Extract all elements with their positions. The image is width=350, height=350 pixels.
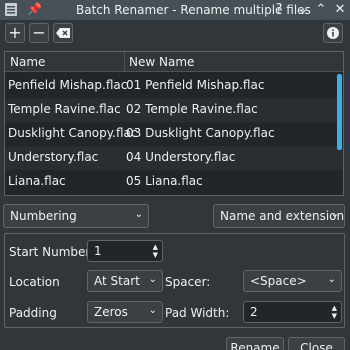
padding-value: Zeros [94,305,128,319]
column-divider[interactable] [124,52,125,72]
clear-icon [56,28,70,38]
info-button[interactable] [323,23,343,43]
numbering-options-panel: Start Number 1 ▲ ▼ Location At Start ⌄ S… [4,233,345,328]
remove-button[interactable]: − [29,23,49,43]
cell-new-name: 01 Penfield Mishap.flac [126,78,265,92]
padding-select[interactable]: Zeros ⌄ [87,301,163,323]
table-header: Name New Name [5,52,343,72]
chevron-down-icon[interactable]: ▼ [332,313,337,320]
cell-new-name: 05 Liana.flac [126,174,203,188]
chevron-up-icon[interactable]: ▲ [153,244,158,251]
cell-name: Dusklight Canopy.flac [8,126,138,140]
clear-button[interactable] [53,23,73,43]
pad-width-value: 2 [250,305,258,319]
column-header-new-name[interactable]: New Name [129,55,194,69]
start-number-spinbox[interactable]: 1 ▲ ▼ [87,240,163,262]
chevron-up-icon[interactable]: ▲ [332,305,337,312]
chevron-down-icon: ⌄ [148,274,157,285]
chevron-down-icon[interactable]: ▼ [153,252,158,259]
rename-button[interactable]: Rename [226,337,284,350]
table-row[interactable]: Understory.flac 04 Understory.flac [5,146,343,170]
chevron-down-icon: ⌄ [148,305,157,316]
spacer-select[interactable]: <Space> ⌄ [243,270,342,292]
scope-value: Name and extension [220,209,345,223]
rename-mode-select[interactable]: Numbering ⌄ [3,204,149,228]
location-label: Location [9,275,60,289]
info-icon [327,27,339,39]
location-select[interactable]: At Start ⌄ [87,270,163,292]
chevron-down-icon: ⌄ [330,209,339,220]
table-row[interactable]: Liana.flac 05 Liana.flac [5,170,343,194]
add-button[interactable]: + [5,23,25,43]
chevron-down-icon: ⌄ [327,274,336,285]
cell-new-name: 02 Temple Ravine.flac [126,102,258,116]
start-number-value: 1 [94,244,102,258]
chevron-up-icon[interactable]: ⌃ [312,1,330,19]
cell-name: Liana.flac [8,174,66,188]
column-header-name[interactable]: Name [10,55,45,69]
question-icon[interactable]: ? [270,1,288,19]
table-scrollbar[interactable] [337,74,342,150]
cell-new-name: 04 Understory.flac [126,150,236,164]
table-row[interactable]: Dusklight Canopy.flac 03 Dusklight Canop… [5,122,343,146]
document-icon[interactable] [5,3,17,16]
cell-name: Temple Ravine.flac [8,102,121,116]
cell-new-name: 03 Dusklight Canopy.flac [126,126,275,140]
scope-select[interactable]: Name and extension ⌄ [213,204,345,228]
rename-mode-value: Numbering [10,209,77,223]
chevron-down-icon: ⌄ [134,209,143,220]
file-table[interactable]: Name New Name Penfield Mishap.flac 01 Pe… [4,51,344,196]
pin-icon[interactable]: 📌 [27,2,42,16]
spacer-value: <Space> [250,274,307,288]
table-row[interactable]: Penfield Mishap.flac 01 Penfield Mishap.… [5,74,343,98]
spacer-label: Spacer: [165,275,211,289]
chevron-down-icon[interactable]: ⌄ [294,1,312,19]
table-row[interactable]: Temple Ravine.flac 02 Temple Ravine.flac [5,98,343,122]
start-number-label: Start Number [9,245,91,259]
cell-name: Penfield Mishap.flac [8,78,128,92]
pad-width-spinbox[interactable]: 2 ▲ ▼ [243,301,342,323]
location-value: At Start [94,274,140,288]
cell-name: Understory.flac [8,150,99,164]
padding-label: Padding [9,306,57,320]
pad-width-label: Pad Width: [165,306,230,320]
close-icon[interactable]: ✕ [331,1,349,19]
close-button[interactable]: Close [288,337,345,350]
title-bar: 📌 Batch Renamer - Rename multiple files … [0,0,350,20]
